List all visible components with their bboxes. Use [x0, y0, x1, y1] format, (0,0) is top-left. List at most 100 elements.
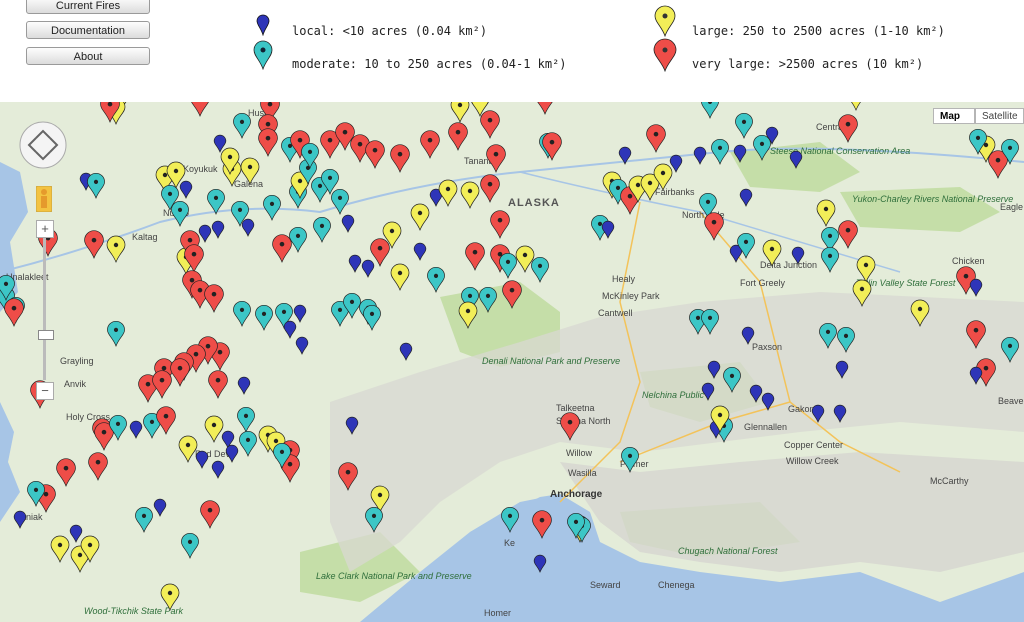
fire-marker-local[interactable]: [739, 188, 753, 207]
fire-marker-local[interactable]: [295, 336, 309, 355]
fire-marker-local[interactable]: [129, 420, 143, 439]
fire-marker-local[interactable]: [211, 460, 225, 479]
fire-marker-moderate[interactable]: [363, 304, 381, 331]
fire-marker-moderate[interactable]: [289, 226, 307, 253]
fire-marker-very-large[interactable]: [272, 234, 292, 263]
current-fires-button[interactable]: Current Fires: [26, 0, 150, 14]
fire-marker-very-large[interactable]: [370, 238, 390, 267]
documentation-button[interactable]: Documentation: [26, 21, 150, 39]
fire-marker-very-large[interactable]: [208, 370, 228, 399]
fire-marker-moderate[interactable]: [313, 216, 331, 243]
fire-marker-moderate[interactable]: [427, 266, 445, 293]
fire-marker-moderate[interactable]: [135, 506, 153, 533]
fire-marker-large[interactable]: [106, 235, 126, 263]
fire-marker-moderate[interactable]: [263, 194, 281, 221]
fire-marker-moderate[interactable]: [331, 188, 349, 215]
fire-marker-very-large[interactable]: [542, 132, 562, 161]
fire-marker-local[interactable]: [241, 218, 255, 237]
pan-control[interactable]: [18, 120, 68, 170]
fire-marker-moderate[interactable]: [87, 172, 105, 199]
map-type-satellite-button[interactable]: Satellite: [975, 108, 1024, 124]
fire-marker-moderate[interactable]: [171, 200, 189, 227]
fire-marker-moderate[interactable]: [711, 138, 729, 165]
fire-marker-local[interactable]: [213, 134, 227, 153]
fire-marker-moderate[interactable]: [237, 406, 255, 433]
fire-marker-large[interactable]: [450, 102, 470, 123]
zoom-control[interactable]: + −: [36, 220, 54, 400]
fire-marker-very-large[interactable]: [152, 370, 172, 399]
fire-marker-very-large[interactable]: [365, 140, 385, 169]
street-view-pegman-icon[interactable]: [36, 186, 52, 212]
fire-marker-local[interactable]: [341, 214, 355, 233]
fire-marker-large[interactable]: [460, 181, 480, 209]
fire-marker-local[interactable]: [13, 510, 27, 529]
fire-marker-local[interactable]: [293, 304, 307, 323]
fire-marker-very-large[interactable]: [191, 102, 210, 117]
about-button[interactable]: About: [26, 47, 150, 65]
fire-marker-large[interactable]: [50, 535, 70, 563]
fire-marker-local[interactable]: [348, 254, 362, 273]
fire-marker-local[interactable]: [361, 259, 375, 278]
fire-marker-local[interactable]: [69, 524, 83, 543]
fire-marker-moderate[interactable]: [531, 256, 549, 283]
map-type-map-button[interactable]: Map: [933, 108, 975, 124]
fire-marker-very-large[interactable]: [84, 230, 104, 259]
fire-marker-large[interactable]: [204, 415, 224, 443]
fire-marker-very-large[interactable]: [448, 122, 468, 151]
fire-marker-large[interactable]: [410, 203, 430, 231]
fire-marker-moderate[interactable]: [255, 304, 273, 331]
fire-marker-very-large[interactable]: [646, 124, 666, 153]
map-canvas[interactable]: Huslia Koyukuk Galena Nulato Kaltag Unal…: [0, 102, 1024, 622]
fire-marker-very-large[interactable]: [56, 458, 76, 487]
zoom-track[interactable]: [43, 238, 46, 380]
fire-marker-very-large[interactable]: [156, 406, 176, 435]
fire-marker-large[interactable]: [847, 102, 865, 111]
fire-marker-very-large[interactable]: [490, 210, 510, 239]
fire-marker-very-large[interactable]: [480, 110, 500, 139]
fire-marker-very-large[interactable]: [536, 102, 555, 115]
fire-marker-moderate[interactable]: [107, 320, 125, 347]
fire-marker-local[interactable]: [225, 444, 239, 463]
fire-marker-very-large[interactable]: [200, 500, 220, 529]
fire-marker-very-large[interactable]: [465, 242, 485, 271]
zoom-thumb[interactable]: [38, 330, 54, 340]
zoom-in-button[interactable]: +: [36, 220, 54, 238]
fire-marker-large[interactable]: [816, 199, 836, 227]
fire-marker-very-large[interactable]: [480, 174, 500, 203]
fire-marker-moderate[interactable]: [233, 112, 251, 139]
fire-map[interactable]: Huslia Koyukuk Galena Nulato Kaltag Unal…: [0, 102, 1024, 622]
fire-marker-very-large[interactable]: [486, 144, 506, 173]
fire-marker-moderate[interactable]: [239, 430, 257, 457]
fire-marker-local[interactable]: [601, 220, 615, 239]
fire-marker-moderate[interactable]: [233, 300, 251, 327]
fire-marker-large[interactable]: [390, 263, 410, 291]
fire-marker-moderate[interactable]: [499, 252, 517, 279]
fire-marker-local[interactable]: [283, 320, 297, 339]
fire-marker-local[interactable]: [399, 342, 413, 361]
fire-marker-local[interactable]: [237, 376, 251, 395]
fire-marker-moderate[interactable]: [701, 102, 719, 119]
fire-marker-local[interactable]: [179, 180, 193, 199]
fire-marker-very-large[interactable]: [420, 130, 440, 159]
fire-marker-local[interactable]: [969, 278, 983, 297]
fire-marker-local[interactable]: [669, 154, 683, 173]
fire-marker-very-large[interactable]: [838, 114, 858, 143]
fire-marker-local[interactable]: [195, 450, 209, 469]
fire-marker-moderate[interactable]: [821, 246, 839, 273]
fire-marker-large[interactable]: [515, 245, 535, 273]
fire-marker-very-large[interactable]: [88, 452, 108, 481]
fire-marker-very-large[interactable]: [170, 358, 190, 387]
fire-marker-very-large[interactable]: [390, 144, 410, 173]
fire-marker-moderate[interactable]: [735, 112, 753, 139]
fire-marker-very-large[interactable]: [4, 298, 24, 327]
fire-marker-local[interactable]: [153, 498, 167, 517]
fire-marker-very-large[interactable]: [258, 128, 278, 157]
fire-marker-moderate[interactable]: [181, 532, 199, 559]
fire-marker-local[interactable]: [413, 242, 427, 261]
fire-marker-local[interactable]: [211, 220, 225, 239]
fire-marker-very-large[interactable]: [838, 220, 858, 249]
fire-marker-local[interactable]: [198, 224, 212, 243]
fire-marker-very-large[interactable]: [204, 284, 224, 313]
fire-marker-local[interactable]: [693, 146, 707, 165]
zoom-out-button[interactable]: −: [36, 382, 54, 400]
